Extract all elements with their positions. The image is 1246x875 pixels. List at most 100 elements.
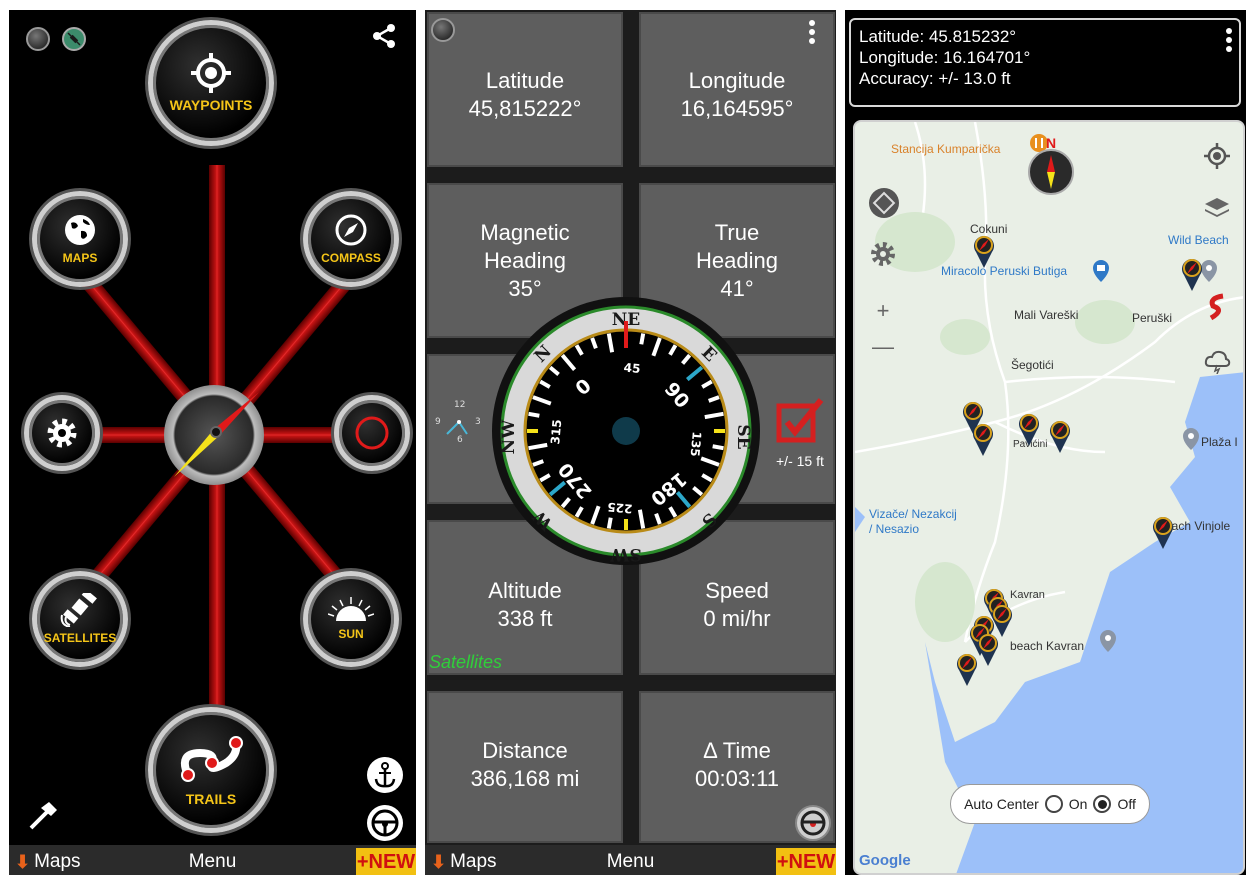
waypoint-marker-icon[interactable]	[955, 652, 979, 686]
zoom-out-button[interactable]: —	[869, 334, 897, 360]
waypoint-marker-icon[interactable]	[1180, 257, 1204, 291]
crosshair-target-icon	[191, 53, 231, 93]
map-view[interactable]: Stancija Kumparička Cokuni Miracolo Peru…	[853, 120, 1245, 875]
distance-value: 386,168 mi	[470, 766, 580, 791]
bottom-bar: ⬇ Maps Menu +NEW	[9, 845, 416, 875]
clock-number-9: 9	[435, 417, 441, 427]
true-heading-label-1: True	[714, 220, 760, 245]
waypoint-marker-icon[interactable]	[1017, 412, 1041, 446]
place-beach-kavran: beach Kavran	[1010, 639, 1085, 653]
satellites-button[interactable]: SATELLITES	[32, 571, 128, 667]
place-pin-icon	[1100, 630, 1116, 652]
map-compass-icon[interactable]: N	[1028, 135, 1074, 195]
coordinates-box: Latitude: 45.815232° Longitude: 16.16470…	[849, 18, 1241, 107]
maps-nav-button[interactable]: ⬇ Maps	[15, 851, 81, 873]
overflow-menu-icon[interactable]	[809, 20, 819, 44]
maps-button[interactable]: MAPS	[32, 191, 128, 287]
record-circle-icon	[355, 416, 389, 450]
google-logo: Google	[859, 852, 911, 869]
distance-label: Distance	[482, 738, 568, 763]
waypoints-button[interactable]: WAYPOINTS	[148, 20, 274, 146]
altitude-label: Altitude	[488, 578, 562, 603]
dashboard-panel: Latitude 45,815222° Longitude 16,164595° M…	[425, 10, 836, 875]
place-segotici: Šegotići	[1011, 358, 1054, 372]
maps-nav-button[interactable]: ⬇ Maps	[431, 851, 497, 873]
dial-degree-label: 135	[688, 431, 704, 457]
steering-wheel-icon[interactable]	[367, 805, 403, 841]
auto-center-off-radio[interactable]	[1093, 795, 1112, 813]
sun-label: SUN	[338, 627, 364, 641]
place-vizace-2: / Nesazio	[869, 522, 920, 536]
latitude-line: Latitude: 45.815232°	[859, 27, 1017, 46]
waypoint-marker-icon[interactable]	[971, 422, 995, 456]
gear-icon	[47, 418, 77, 448]
gps-status-indicator	[26, 27, 50, 51]
place-kavran: Kavran	[1010, 589, 1045, 601]
place-stancija: Stancija Kumparička	[891, 142, 1001, 156]
auto-center-on-label: On	[1068, 796, 1088, 812]
latitude-tile[interactable]: Latitude 45,815222°	[427, 12, 623, 167]
overflow-menu-icon[interactable]	[1226, 28, 1236, 52]
arrow-down-icon: ⬇	[15, 851, 31, 872]
satellites-status-text[interactable]: Satellites	[429, 652, 502, 673]
altitude-value: 338 ft	[497, 606, 553, 631]
layers-icon[interactable]	[1203, 194, 1231, 228]
compass-dial[interactable]: NEESESSWWNWN 04590135180225270315	[491, 296, 761, 566]
dial-ring-label: SE	[733, 424, 753, 449]
route-icon[interactable]	[1205, 292, 1229, 328]
satellite-status-indicator	[62, 27, 86, 51]
auto-center-on-radio[interactable]	[1044, 795, 1063, 813]
hammer-icon[interactable]	[27, 800, 59, 837]
dial-ring-label: SW	[609, 544, 641, 564]
dial-degree-label: 45	[623, 361, 641, 376]
dial-ring-label: NW	[499, 419, 519, 455]
record-button[interactable]	[334, 395, 410, 471]
new-button[interactable]: +NEW	[776, 848, 836, 875]
place-mali-vareski: Mali Vareški	[1014, 308, 1079, 322]
auto-center-control: Auto Center On Off	[950, 784, 1150, 824]
waypoint-marker-icon[interactable]	[972, 234, 996, 268]
dial-tick	[606, 517, 613, 529]
new-button[interactable]: +NEW	[356, 848, 416, 875]
my-location-icon[interactable]	[1203, 142, 1231, 176]
sun-button[interactable]: SUN	[303, 571, 399, 667]
latitude-value: 45,815222°	[468, 96, 582, 121]
longitude-tile[interactable]: Longitude 16,164595°	[639, 12, 835, 167]
dial-degree-label: 225	[607, 500, 633, 516]
compass-label: COMPASS	[321, 251, 381, 265]
steering-wheel-badge-icon[interactable]	[795, 805, 831, 841]
maps-nav-label: Maps	[34, 851, 81, 872]
longitude-value: 16,164595°	[680, 96, 794, 121]
magnetic-heading-label-2: Heading	[484, 248, 566, 273]
place-pin-icon	[1093, 260, 1109, 282]
trail-path-icon	[181, 736, 243, 782]
satellite-icon	[60, 593, 97, 627]
share-icon[interactable]	[371, 23, 397, 54]
latitude-label: Latitude	[485, 68, 565, 93]
dial-tick	[639, 333, 646, 345]
rotate-map-icon[interactable]	[869, 188, 899, 218]
menu-button[interactable]: Menu	[189, 851, 237, 873]
waypoint-marker-icon[interactable]	[976, 632, 1000, 666]
place-vizace-1: Vizače/ Nezakcij	[869, 507, 957, 521]
distance-tile[interactable]: Distance 386,168 mi	[427, 691, 623, 843]
dial-degree-label: 315	[548, 419, 564, 445]
accuracy-checkbox-icon[interactable]	[773, 396, 825, 453]
maps-nav-label: Maps	[450, 851, 497, 872]
trails-button[interactable]: TRAILS	[148, 707, 274, 833]
weather-cloud-icon[interactable]	[1203, 346, 1231, 380]
longitude-label: Longitude	[688, 68, 786, 93]
map-settings-gear-icon[interactable]	[869, 240, 897, 274]
anchor-icon[interactable]	[367, 757, 403, 793]
gps-status-indicator	[431, 18, 455, 42]
compass-button[interactable]: COMPASS	[303, 191, 399, 287]
center-compass[interactable]	[164, 385, 264, 485]
map-compass-north-letter: N	[1046, 135, 1057, 151]
zoom-in-button[interactable]: +	[869, 298, 897, 324]
menu-button[interactable]: Menu	[607, 851, 655, 873]
waypoint-marker-icon[interactable]	[1151, 515, 1175, 549]
dial-tick	[528, 411, 540, 418]
waypoint-marker-icon[interactable]	[1048, 419, 1072, 453]
dial-tick	[712, 444, 724, 451]
settings-button[interactable]	[24, 395, 100, 471]
